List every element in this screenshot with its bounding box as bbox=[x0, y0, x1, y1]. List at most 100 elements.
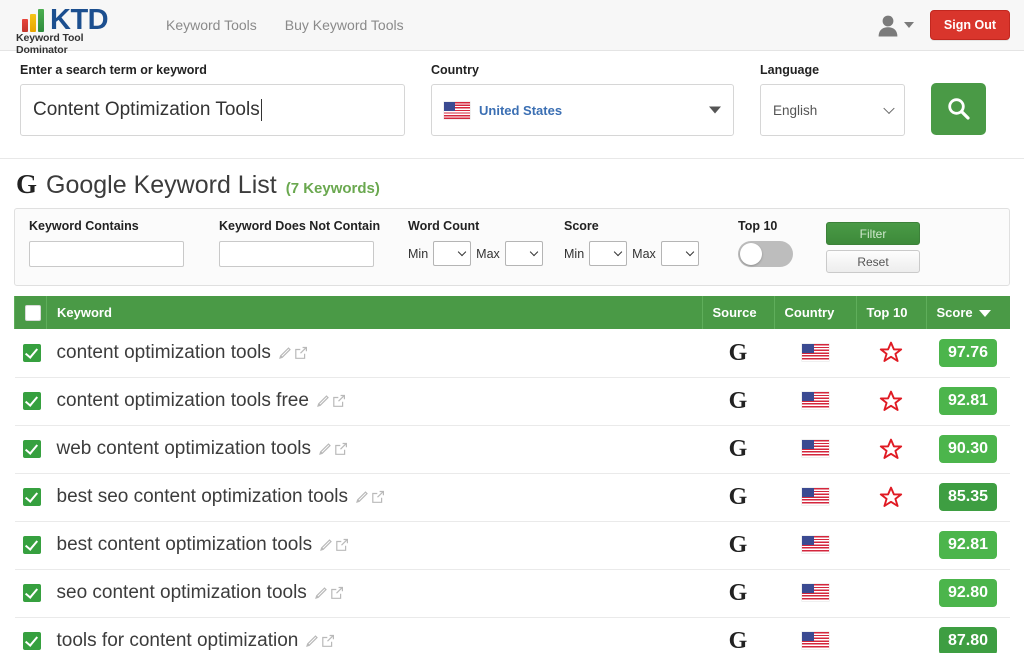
edit-pencil-icon[interactable] bbox=[355, 490, 369, 504]
keyword-contains-input[interactable] bbox=[29, 241, 184, 267]
external-link-icon[interactable] bbox=[335, 538, 349, 552]
edit-pencil-icon[interactable] bbox=[316, 394, 330, 408]
score-cell: 92.80 bbox=[926, 569, 1010, 617]
keyword-list-heading: G Google Keyword List (7 Keywords) bbox=[0, 159, 1024, 208]
country-cell bbox=[774, 377, 856, 425]
score-max-select[interactable] bbox=[661, 241, 699, 266]
column-header-top10[interactable]: Top 10 bbox=[856, 296, 926, 329]
keyword-cell: best content optimization tools bbox=[47, 521, 703, 569]
country-cell bbox=[774, 425, 856, 473]
score-cell: 87.80 bbox=[926, 617, 1010, 653]
external-link-icon[interactable] bbox=[321, 634, 335, 648]
google-g-icon: G bbox=[729, 388, 748, 414]
keyword-row-actions bbox=[317, 536, 349, 554]
site-logo[interactable]: KTD Keyword Tool Dominator bbox=[8, 4, 134, 46]
word-count-group: Word Count Min Max bbox=[408, 219, 558, 266]
column-header-country[interactable]: Country bbox=[774, 296, 856, 329]
top10-toggle[interactable] bbox=[738, 241, 793, 267]
edit-pencil-icon[interactable] bbox=[305, 634, 319, 648]
keyword-row-actions bbox=[353, 488, 385, 506]
row-checkbox[interactable] bbox=[23, 536, 41, 554]
external-link-icon[interactable] bbox=[334, 442, 348, 456]
language-selected-value: English bbox=[773, 103, 817, 118]
row-checkbox[interactable] bbox=[23, 488, 41, 506]
row-select-cell bbox=[15, 617, 47, 653]
search-input-value: Content Optimization Tools bbox=[33, 99, 260, 121]
language-select[interactable]: English bbox=[760, 84, 905, 136]
keyword-cell: web content optimization tools bbox=[47, 425, 703, 473]
column-header-source[interactable]: Source bbox=[702, 296, 774, 329]
score-min-label: Min bbox=[564, 247, 584, 261]
us-flag-icon bbox=[444, 102, 470, 119]
us-flag-icon bbox=[802, 536, 829, 553]
keyword-row-actions bbox=[312, 584, 344, 602]
reset-button[interactable]: Reset bbox=[826, 250, 920, 273]
top-navigation-bar: KTD Keyword Tool Dominator Keyword Tools… bbox=[0, 0, 1024, 51]
google-g-icon: G bbox=[16, 171, 37, 198]
score-cell: 90.30 bbox=[926, 425, 1010, 473]
score-badge: 87.80 bbox=[939, 627, 997, 653]
keyword-row-actions bbox=[303, 632, 335, 650]
chevron-down-icon bbox=[614, 248, 622, 256]
score-min-select[interactable] bbox=[589, 241, 627, 266]
search-input[interactable]: Content Optimization Tools bbox=[20, 84, 405, 136]
source-cell: G bbox=[702, 329, 774, 377]
us-flag-icon bbox=[802, 440, 829, 457]
keyword-row-actions bbox=[316, 440, 348, 458]
row-checkbox[interactable] bbox=[23, 440, 41, 458]
top10-star-icon bbox=[879, 341, 903, 364]
edit-pencil-icon[interactable] bbox=[318, 442, 332, 456]
external-link-icon[interactable] bbox=[332, 394, 346, 408]
row-select-cell bbox=[15, 377, 47, 425]
account-menu[interactable] bbox=[877, 14, 914, 37]
keyword-cell: content optimization tools bbox=[47, 329, 703, 377]
score-cell: 92.81 bbox=[926, 521, 1010, 569]
keyword-not-contains-input[interactable] bbox=[219, 241, 374, 267]
top10-star-icon bbox=[879, 390, 903, 413]
edit-pencil-icon[interactable] bbox=[278, 346, 292, 360]
source-cell: G bbox=[702, 617, 774, 653]
top10-cell bbox=[856, 569, 926, 617]
keyword-row-actions bbox=[276, 344, 308, 362]
country-select[interactable]: United States bbox=[431, 84, 734, 136]
top10-star-icon bbox=[879, 486, 903, 509]
score-badge: 92.81 bbox=[939, 531, 997, 559]
top-bar-right: Sign Out bbox=[877, 10, 1010, 40]
main-nav: Keyword Tools Buy Keyword Tools bbox=[166, 17, 404, 33]
keyword-contains-label: Keyword Contains bbox=[29, 219, 201, 233]
external-link-icon[interactable] bbox=[330, 586, 344, 600]
row-checkbox[interactable] bbox=[23, 632, 41, 650]
score-cell: 97.76 bbox=[926, 329, 1010, 377]
column-header-keyword[interactable]: Keyword bbox=[47, 296, 703, 329]
page-title: Google Keyword List bbox=[46, 171, 277, 200]
external-link-icon[interactable] bbox=[294, 346, 308, 360]
word-count-max-select[interactable] bbox=[505, 241, 543, 266]
top10-filter-group: Top 10 bbox=[738, 219, 816, 267]
external-link-icon[interactable] bbox=[371, 490, 385, 504]
us-flag-icon bbox=[802, 584, 829, 601]
nav-buy-keyword-tools[interactable]: Buy Keyword Tools bbox=[285, 17, 404, 33]
sign-out-button[interactable]: Sign Out bbox=[930, 10, 1010, 40]
select-all-checkbox[interactable] bbox=[25, 305, 41, 321]
sort-descending-icon bbox=[979, 310, 991, 317]
top10-filter-label: Top 10 bbox=[738, 219, 816, 233]
filter-button[interactable]: Filter bbox=[826, 222, 920, 245]
language-group: Language English bbox=[760, 63, 905, 136]
search-button[interactable] bbox=[931, 83, 986, 135]
row-checkbox[interactable] bbox=[23, 344, 41, 362]
edit-pencil-icon[interactable] bbox=[314, 586, 328, 600]
us-flag-icon bbox=[802, 632, 829, 649]
row-checkbox[interactable] bbox=[23, 584, 41, 602]
word-count-min-select[interactable] bbox=[433, 241, 471, 266]
edit-pencil-icon[interactable] bbox=[319, 538, 333, 552]
row-checkbox[interactable] bbox=[23, 392, 41, 410]
keyword-cell: content optimization tools free bbox=[47, 377, 703, 425]
top10-cell bbox=[856, 521, 926, 569]
keyword-row-actions bbox=[314, 392, 346, 410]
chevron-down-icon bbox=[458, 248, 466, 256]
text-cursor bbox=[261, 99, 262, 121]
filter-panel: Keyword Contains Keyword Does Not Contai… bbox=[14, 208, 1010, 286]
column-header-score[interactable]: Score bbox=[926, 296, 1010, 329]
nav-keyword-tools[interactable]: Keyword Tools bbox=[166, 17, 257, 33]
score-cell: 92.81 bbox=[926, 377, 1010, 425]
